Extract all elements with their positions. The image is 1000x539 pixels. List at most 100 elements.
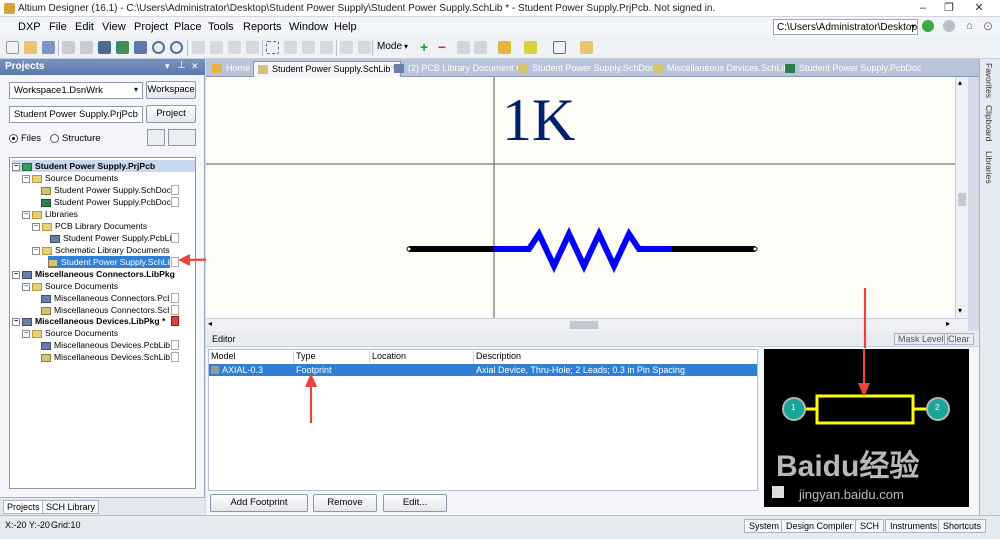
settings-icon[interactable]: ⊙: [983, 19, 993, 33]
design-compiler-button[interactable]: Design Compiler: [781, 519, 858, 533]
back-icon[interactable]: [922, 20, 934, 32]
tree-item-folder[interactable]: − PCB Library Documents: [32, 220, 147, 232]
edit-button[interactable]: Edit...: [383, 494, 447, 512]
project-options-icon[interactable]: [168, 129, 196, 146]
tab-pcb-library-document[interactable]: (2) PCB Library Document ▾: [390, 61, 525, 77]
scroll-thumb[interactable]: [570, 321, 598, 329]
tree-item-package[interactable]: − Miscellaneous Devices.LibPkg *: [12, 315, 165, 327]
tab-home[interactable]: Home: [208, 61, 254, 77]
zoom-in-icon[interactable]: [152, 41, 165, 54]
close-button[interactable]: ✕: [966, 1, 992, 15]
tab-pcbdoc[interactable]: Student Power Supply.PcbDoc: [781, 61, 925, 77]
schematic-canvas[interactable]: 1K: [206, 77, 955, 318]
home-icon[interactable]: ⌂: [966, 20, 973, 32]
mask-level-button[interactable]: Mask Level: [894, 333, 948, 345]
collapse-icon[interactable]: −: [12, 317, 20, 326]
column-header-model[interactable]: Model: [209, 351, 294, 363]
scroll-down-icon[interactable]: ▾: [958, 306, 962, 315]
collapse-icon[interactable]: −: [32, 246, 40, 255]
add-footprint-button[interactable]: Add Footprint: [210, 494, 308, 512]
minimize-button[interactable]: –: [910, 1, 936, 15]
tree-item-folder[interactable]: − Libraries: [22, 208, 78, 220]
tab-misc-devices-schlib[interactable]: Miscellaneous Devices.SchLib: [649, 61, 793, 77]
print-preview-icon[interactable]: [80, 41, 93, 54]
print-icon[interactable]: [62, 41, 75, 54]
tab-clipboard[interactable]: Clipboard: [984, 105, 994, 141]
folder-icon[interactable]: [580, 41, 593, 54]
collapse-icon[interactable]: −: [12, 270, 20, 279]
scroll-up-icon[interactable]: ▴: [958, 78, 962, 87]
board-3d-icon[interactable]: [98, 41, 111, 54]
project-button[interactable]: Project: [146, 105, 196, 123]
library-icon[interactable]: [134, 41, 147, 54]
tree-item-folder[interactable]: − Schematic Library Documents: [32, 244, 170, 256]
add-icon[interactable]: +: [420, 39, 428, 55]
clear-button[interactable]: Clear: [944, 333, 974, 345]
path-field[interactable]: C:\Users\Administrator\Desktop\: [773, 19, 918, 35]
tree-item-package[interactable]: − Miscellaneous Connectors.LibPkg: [12, 268, 175, 280]
refresh-icon[interactable]: [147, 129, 165, 146]
move-icon[interactable]: [284, 41, 297, 54]
remove-button[interactable]: Remove: [313, 494, 377, 512]
tree-item-document[interactable]: Student Power Supply.PcbDoc: [41, 196, 171, 208]
project-field[interactable]: Student Power Supply.PrjPcb: [9, 106, 143, 123]
tree-item-folder[interactable]: − Source Documents: [22, 327, 118, 339]
panel-close-icon[interactable]: ✕: [191, 61, 199, 72]
remove-icon[interactable]: −: [438, 39, 446, 55]
canvas-horizontal-scrollbar[interactable]: ◂ ▸: [206, 318, 968, 331]
system-button[interactable]: System: [744, 519, 785, 533]
previous-icon[interactable]: [457, 41, 470, 54]
cut-icon[interactable]: [192, 41, 205, 54]
files-radio[interactable]: [9, 134, 18, 143]
collapse-icon[interactable]: −: [22, 210, 30, 219]
select-icon[interactable]: [302, 41, 315, 54]
zoom-out-icon[interactable]: [170, 41, 183, 54]
tree-item-project[interactable]: − Student Power Supply.PrjPcb: [12, 160, 195, 172]
tree-item-document[interactable]: Student Power Supply.SchDoc: [41, 184, 171, 196]
table-row-selected[interactable]: AXIAL-0.3 Footprint Axial Device, Thru-H…: [209, 364, 757, 376]
collapse-icon[interactable]: −: [32, 222, 40, 231]
workspace-dropdown-icon[interactable]: ▾: [134, 85, 138, 94]
mode-button[interactable]: Mode: [377, 41, 402, 52]
menu-edit[interactable]: Edit: [75, 21, 94, 33]
tree-item-document-selected[interactable]: Student Power Supply.SchLib: [48, 256, 170, 268]
tree-item-folder[interactable]: − Source Documents: [22, 280, 118, 292]
browse-components-icon[interactable]: [116, 41, 129, 54]
rubber-stamp-icon[interactable]: [246, 41, 259, 54]
forward-icon[interactable]: [943, 20, 955, 32]
menu-reports[interactable]: Reports: [243, 21, 282, 33]
undo-icon[interactable]: [340, 41, 353, 54]
collapse-icon[interactable]: −: [22, 329, 30, 338]
save-icon[interactable]: [42, 41, 55, 54]
tree-item-document[interactable]: Student Power Supply.PcbLib: [50, 232, 176, 244]
deselect-icon[interactable]: [320, 41, 333, 54]
tab-schlib[interactable]: Student Power Supply.SchLib *: [253, 61, 402, 77]
tab-projects[interactable]: Projects: [3, 500, 44, 514]
mode-dropdown-icon[interactable]: ▾: [404, 42, 408, 51]
collapse-icon[interactable]: −: [22, 282, 30, 291]
menu-help[interactable]: Help: [334, 21, 357, 33]
canvas-vertical-scrollbar[interactable]: ▴ ▾: [955, 77, 968, 318]
new-icon[interactable]: [6, 41, 19, 54]
redo-icon[interactable]: [358, 41, 371, 54]
menu-view[interactable]: View: [102, 21, 126, 33]
column-header-type[interactable]: Type: [294, 351, 370, 363]
menu-project[interactable]: Project: [134, 21, 168, 33]
pin-icon[interactable]: ⊥: [177, 60, 186, 71]
tab-favorites[interactable]: Favorites: [984, 63, 994, 98]
shortcuts-button[interactable]: Shortcuts: [938, 519, 987, 533]
tree-item-folder[interactable]: − Source Documents: [22, 172, 118, 184]
workspace-select[interactable]: Workspace1.DsnWrk: [9, 82, 143, 99]
tab-sch-library[interactable]: SCH Library: [42, 500, 100, 514]
menu-tools[interactable]: Tools: [208, 21, 234, 33]
scroll-thumb[interactable]: [958, 193, 966, 206]
select-area-icon[interactable]: [266, 41, 279, 54]
tree-item-document[interactable]: Miscellaneous Devices.SchLib: [41, 351, 170, 363]
paste-icon[interactable]: [228, 41, 241, 54]
structure-radio[interactable]: [50, 134, 59, 143]
path-dropdown-icon[interactable]: ▾: [911, 22, 915, 31]
filter-icon[interactable]: [498, 41, 511, 54]
tab-libraries[interactable]: Libraries: [984, 151, 994, 184]
tree-item-document[interactable]: Miscellaneous Devices.PcbLib: [41, 339, 170, 351]
tree-item-document[interactable]: Miscellaneous Connectors.PcbLib: [41, 292, 169, 304]
